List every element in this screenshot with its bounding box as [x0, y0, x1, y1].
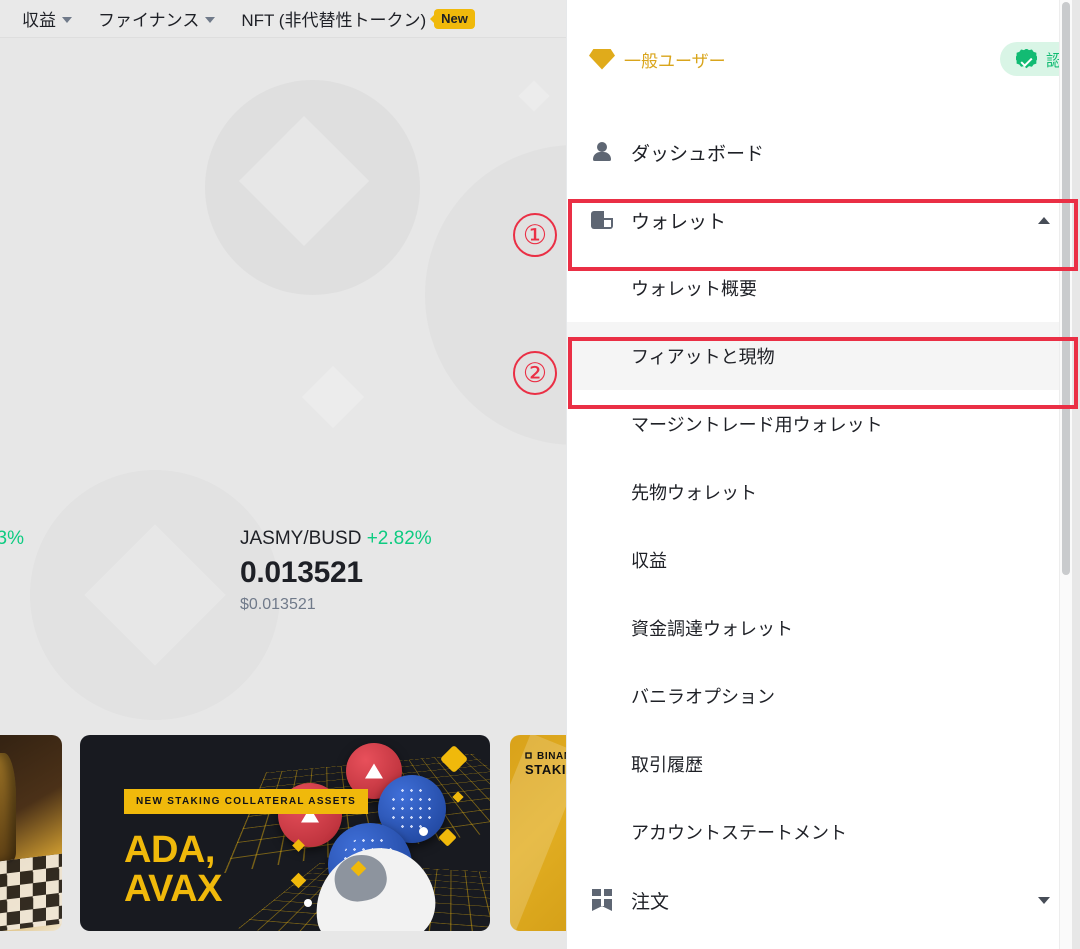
ticker-change: +9.73% [0, 528, 24, 549]
chevron-down-icon [62, 16, 72, 23]
watermark-diamond-small-bottom [301, 365, 365, 429]
ticker-price: 3 [0, 556, 24, 590]
sidebar-subitem-funding-wallet[interactable]: 資金調達ウォレット [567, 594, 1072, 662]
avax-mark [365, 763, 383, 779]
gem-icon [589, 48, 615, 70]
nav-item-finance-label: ファイナンス [98, 11, 200, 30]
person-icon [589, 142, 615, 162]
ticker-pair: JASMY/BUSD [240, 528, 362, 549]
ticker-item-partial[interactable]: D +9.73% 3 [0, 528, 24, 590]
ticker-usd-value: $0.013521 [240, 596, 316, 613]
chess-pawn-graphic [0, 753, 16, 863]
sidebar-subitem-label: フィアットと現物 [631, 347, 775, 367]
ticker-price: 0.013521 [240, 556, 363, 589]
checkerboard-graphic [0, 853, 62, 931]
chevron-down-icon [1038, 896, 1050, 904]
sidebar-subitem-fiat-and-spot[interactable]: フィアットと現物 [567, 322, 1072, 390]
nav-item-nft-label: NFT (非代替性トークン) [241, 11, 427, 30]
promo-headline-line2: AVAX [124, 867, 222, 910]
sidebar-subitem-label: 収益 [631, 551, 667, 571]
sidebar-subitem-account-statement[interactable]: アカウントステートメント [567, 798, 1072, 866]
sidebar-item-wallet[interactable]: ウォレット [567, 186, 1072, 254]
sidebar-subitem-label: アカウントステートメント [631, 823, 847, 843]
sidebar-scrollbar-track[interactable] [1059, 0, 1072, 949]
sidebar-subitem-label: マージントレード用ウォレット [631, 415, 883, 435]
promo-tag: NEW STAKING COLLATERAL ASSETS [124, 789, 369, 814]
wallet-icon [589, 211, 615, 229]
user-tier-label: 一般ユーザー [624, 51, 726, 71]
ticker-pair-row: JASMY/BUSD +2.82% [240, 528, 432, 550]
annotation-marker-2: ② [513, 351, 557, 395]
sidebar-subitem-label: ウォレット概要 [631, 279, 757, 299]
sidebar-header: 一般ユーザー 認証 [567, 0, 1072, 118]
nav-item-earn-label: 収益 [22, 11, 56, 30]
promo-card-staking[interactable]: NEW STAKING COLLATERAL ASSETS ADA, AVAX [80, 735, 490, 931]
sidebar-subitem-transaction-history[interactable]: 取引履歴 [567, 730, 1072, 798]
ticker-pair-row: D +9.73% [0, 528, 24, 550]
sidebar-item-label: ウォレット [631, 211, 727, 233]
new-badge: New [434, 8, 475, 29]
sidebar-subitem-label: 資金調達ウォレット [631, 619, 793, 639]
sidebar-subitem-vanilla-options[interactable]: バニラオプション [567, 662, 1072, 730]
sidebar-subitem-label: バニラオプション [631, 687, 775, 707]
ada-dots [388, 785, 436, 833]
nav-item-nft[interactable]: NFT (非代替性トークン) New [241, 6, 475, 31]
verified-check-icon [1015, 48, 1037, 69]
promo-card-left[interactable] [0, 735, 62, 931]
sidebar-item-label: ダッシュボード [631, 143, 765, 165]
sidebar-item-orders[interactable]: 注文 [567, 866, 1072, 934]
sidebar-item-label: 注文 [631, 891, 670, 913]
nav-item-finance[interactable]: ファイナンス [98, 6, 216, 31]
ticker-change: +2.82% [366, 528, 432, 549]
chevron-up-icon [1038, 216, 1050, 224]
promo-headline-line1: ADA, [124, 829, 215, 871]
promo-headline: ADA, AVAX [124, 831, 222, 909]
sidebar-scrollbar-thumb[interactable] [1062, 2, 1070, 575]
account-sidebar-panel: 一般ユーザー 認証 ダッシュボード ウォレット ウォレット概要 フィアットと現物… [566, 0, 1072, 949]
chevron-down-icon [205, 16, 216, 23]
orders-icon [589, 889, 615, 911]
sidebar-subitem-margin-wallet[interactable]: マージントレード用ウォレット [567, 390, 1072, 458]
ticker-item-jasmy[interactable]: JASMY/BUSD +2.82% 0.013521 $0.013521 [240, 528, 432, 614]
binance-diamond-icon [522, 749, 535, 762]
nav-item-earn[interactable]: 収益 [22, 6, 72, 31]
watermark-diamond-small-top [518, 80, 550, 112]
sidebar-subitem-label: 取引履歴 [631, 755, 703, 775]
sidebar-subitem-label: 先物ウォレット [631, 483, 757, 503]
top-navigation-bar: 収益 ファイナンス NFT (非代替性トークン) New [0, 0, 566, 38]
sidebar-item-dashboard[interactable]: ダッシュボード [567, 118, 1072, 186]
sidebar-subitem-earn[interactable]: 収益 [567, 526, 1072, 594]
sidebar-subitem-futures-wallet[interactable]: 先物ウォレット [567, 458, 1072, 526]
annotation-marker-1: ① [513, 213, 557, 257]
sidebar-subitem-wallet-overview[interactable]: ウォレット概要 [567, 254, 1072, 322]
